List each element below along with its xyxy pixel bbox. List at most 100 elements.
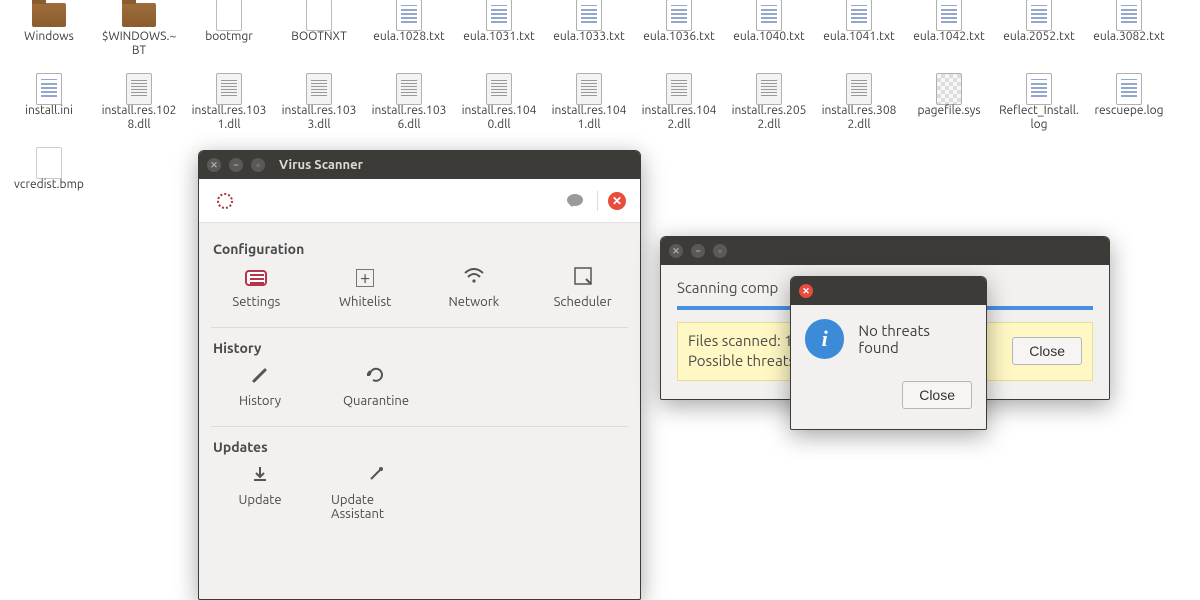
desktop-item-label: eula.1041.txt xyxy=(823,30,895,44)
desktop-item[interactable]: eula.1040.txt xyxy=(724,0,814,74)
quarantine-button[interactable]: Quarantine xyxy=(331,366,421,408)
item-label: Whitelist xyxy=(339,295,391,309)
history-section-title: History xyxy=(213,340,628,356)
desktop-item[interactable]: eula.3082.txt xyxy=(1084,0,1174,74)
info-icon[interactable] xyxy=(563,189,587,213)
item-label: Settings xyxy=(232,295,280,309)
desktop-item-label: eula.1028.txt xyxy=(373,30,445,44)
text-file-icon xyxy=(36,73,62,105)
virus-scanner-window: ✕ – ▫ Virus Scanner ✕ Configuration Setti… xyxy=(198,150,641,600)
section-divider xyxy=(211,426,628,427)
updates-section-title: Updates xyxy=(213,439,628,455)
desktop-item[interactable]: install.res.1028.dll xyxy=(94,74,184,148)
quarantine-icon xyxy=(367,366,385,388)
titlebar[interactable]: ✕ – ▫ xyxy=(661,237,1109,265)
desktop-item[interactable]: Windows xyxy=(4,0,94,74)
file-icon xyxy=(216,0,242,31)
window-maximize-icon[interactable]: ▫ xyxy=(713,244,727,258)
folder-icon xyxy=(122,3,156,27)
item-label: Scheduler xyxy=(554,295,612,309)
dll-file-icon xyxy=(486,73,512,105)
desktop-item[interactable]: install.res.1033.dll xyxy=(274,74,364,148)
text-file-icon xyxy=(846,0,872,31)
desktop-item[interactable]: eula.1042.txt xyxy=(904,0,994,74)
plus-icon: + xyxy=(356,269,374,287)
update-button[interactable]: Update xyxy=(215,465,305,521)
scan-close-button[interactable]: Close xyxy=(1012,337,1082,365)
desktop-item-label: vcredist.bmp xyxy=(14,178,84,192)
desktop-item[interactable]: install.res.2052.dll xyxy=(724,74,814,148)
desktop-item[interactable]: install.res.1031.dll xyxy=(184,74,274,148)
desktop-item[interactable]: BOOTNXT xyxy=(274,0,364,74)
desktop-item[interactable]: eula.1028.txt xyxy=(364,0,454,74)
item-label: History xyxy=(239,394,281,408)
configuration-section-title: Configuration xyxy=(213,241,628,257)
configuration-section-row: Settings + Whitelist Network Scheduler xyxy=(211,267,628,323)
window-minimize-icon[interactable]: – xyxy=(691,244,705,258)
text-file-icon xyxy=(486,0,512,31)
history-section-row: History Quarantine xyxy=(211,366,628,422)
desktop-item[interactable]: rescuepe.log xyxy=(1084,74,1174,148)
download-icon xyxy=(251,465,269,487)
desktop-item-label: eula.1036.txt xyxy=(643,30,715,44)
file-icon xyxy=(306,0,332,31)
desktop-item[interactable]: install.res.1036.dll xyxy=(364,74,454,148)
desktop-item[interactable]: eula.1041.txt xyxy=(814,0,904,74)
dll-file-icon xyxy=(126,73,152,105)
scanner-toolbar: ✕ xyxy=(199,179,640,223)
desktop-item-label: install.ini xyxy=(25,104,73,118)
desktop-item[interactable]: install.ini xyxy=(4,74,94,148)
desktop-item[interactable]: Reflect_Install.log xyxy=(994,74,1084,148)
info-close-button[interactable]: Close xyxy=(902,381,972,409)
desktop-item-label: Windows xyxy=(24,30,74,44)
cancel-icon[interactable]: ✕ xyxy=(608,192,626,210)
desktop-item[interactable]: eula.1033.txt xyxy=(544,0,634,74)
sys-file-icon xyxy=(936,73,962,105)
desktop-item[interactable]: install.res.1040.dll xyxy=(454,74,544,148)
info-icon: i xyxy=(805,319,844,359)
desktop-item[interactable]: pagefile.sys xyxy=(904,74,994,148)
dll-file-icon xyxy=(396,73,422,105)
window-close-icon[interactable]: ✕ xyxy=(669,244,683,258)
network-button[interactable]: Network xyxy=(433,267,516,309)
titlebar[interactable]: ✕ xyxy=(791,277,986,305)
dll-file-icon xyxy=(666,73,692,105)
window-minimize-icon[interactable]: – xyxy=(229,158,243,172)
wifi-icon xyxy=(464,268,484,288)
settings-button[interactable]: Settings xyxy=(215,267,298,309)
desktop-item-label: install.res.1042.dll xyxy=(639,104,719,132)
desktop-item[interactable]: bootmgr xyxy=(184,0,274,74)
desktop-item-label: install.res.2052.dll xyxy=(729,104,809,132)
item-label: Quarantine xyxy=(343,394,409,408)
bmp-file-icon xyxy=(36,147,62,179)
desktop-item[interactable]: install.res.1042.dll xyxy=(634,74,724,148)
desktop-item-label: install.res.1041.dll xyxy=(549,104,629,132)
pencil-icon xyxy=(251,366,269,388)
titlebar[interactable]: ✕ – ▫ Virus Scanner xyxy=(199,151,640,179)
history-button[interactable]: History xyxy=(215,366,305,408)
desktop-item-label: Reflect_Install.log xyxy=(999,104,1079,132)
dll-file-icon xyxy=(576,73,602,105)
update-assistant-button[interactable]: Update Assistant xyxy=(331,465,421,521)
window-maximize-icon[interactable]: ▫ xyxy=(251,158,265,172)
window-close-icon[interactable]: ✕ xyxy=(207,158,221,172)
desktop-item[interactable]: install.res.1041.dll xyxy=(544,74,634,148)
window-close-icon[interactable]: ✕ xyxy=(799,284,813,298)
desktop-item[interactable]: vcredist.bmp xyxy=(4,148,94,222)
desktop-item-label: install.res.1036.dll xyxy=(369,104,449,132)
desktop-item[interactable]: eula.2052.txt xyxy=(994,0,1084,74)
desktop-item-label: eula.1033.txt xyxy=(553,30,625,44)
desktop-item-label: rescuepe.log xyxy=(1094,104,1163,118)
desktop-item-label: eula.1040.txt xyxy=(733,30,805,44)
desktop-item[interactable]: install.res.3082.dll xyxy=(814,74,904,148)
desktop-item[interactable]: eula.1031.txt xyxy=(454,0,544,74)
scanner-logo-icon xyxy=(213,189,237,213)
whitelist-button[interactable]: + Whitelist xyxy=(324,267,407,309)
info-message: No threats found xyxy=(858,322,972,356)
section-divider xyxy=(211,327,628,328)
desktop-item[interactable]: eula.1036.txt xyxy=(634,0,724,74)
text-file-icon xyxy=(936,0,962,31)
desktop-item[interactable]: $WINDOWS.~BT xyxy=(94,0,184,74)
scheduler-button[interactable]: Scheduler xyxy=(541,267,624,309)
text-file-icon xyxy=(576,0,602,31)
